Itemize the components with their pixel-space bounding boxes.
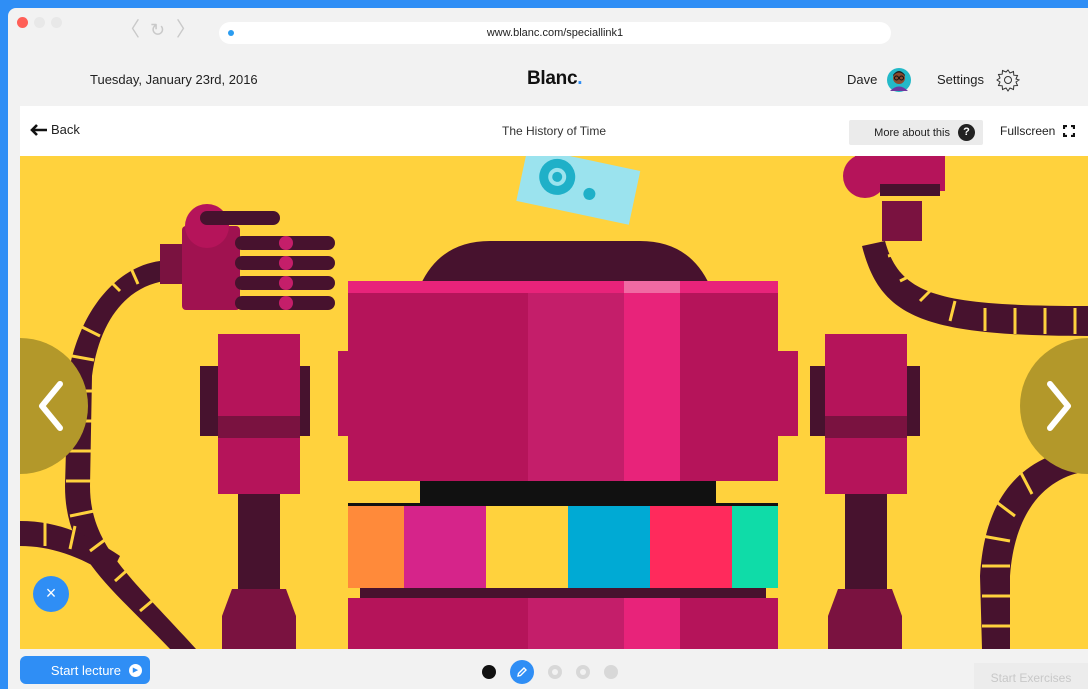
gear-icon[interactable] <box>996 68 1020 92</box>
left-leg <box>200 334 310 649</box>
back-label: Back <box>51 122 80 137</box>
settings-label[interactable]: Settings <box>937 72 984 87</box>
fullscreen-label: Fullscreen <box>1000 124 1056 138</box>
start-lecture-label: Start lecture <box>50 662 121 678</box>
url-bar[interactable]: www.blanc.com/speciallink1 <box>219 22 891 44</box>
pager-dot[interactable] <box>604 665 618 679</box>
brand-name: Blanc <box>527 68 578 89</box>
right-leg-chain <box>980 446 1088 649</box>
reload-icon[interactable]: ↻ <box>150 20 165 40</box>
start-lecture-button[interactable]: Start lecture ▶ <box>20 656 150 684</box>
right-hand <box>843 156 945 241</box>
maximize-traffic-icon[interactable] <box>51 17 62 28</box>
browser-window: 〈 ↻ 〉 www.blanc.com/speciallink1 Tuesday… <box>8 8 1088 689</box>
more-about-label: More about this <box>874 126 950 139</box>
brand-dot: . <box>577 68 583 89</box>
minimize-traffic-icon[interactable] <box>34 17 45 28</box>
slide-pager <box>482 660 618 684</box>
fullscreen-icon <box>1063 125 1076 137</box>
pager-dot-edit[interactable] <box>510 660 534 684</box>
brand-logo[interactable]: Blanc. <box>527 68 583 90</box>
back-arrow-icon[interactable]: 〈 <box>120 20 140 40</box>
content-toolbar: Back The History of Time More about this… <box>20 106 1088 157</box>
pager-dot-current[interactable] <box>482 665 496 679</box>
forward-arrow-icon[interactable]: 〉 <box>176 20 196 40</box>
pager-dot[interactable] <box>576 665 590 679</box>
url-text: www.blanc.com/speciallink1 <box>486 27 624 39</box>
right-leg <box>810 334 920 649</box>
close-icon[interactable]: × <box>33 576 69 612</box>
robot-visor-card <box>516 156 641 225</box>
robot-head-top <box>420 241 710 286</box>
back-button[interactable]: Back <box>30 122 80 137</box>
lecture-stage <box>20 156 1088 649</box>
fullscreen-button[interactable]: Fullscreen <box>1000 124 1076 138</box>
more-about-button[interactable]: More about this ? <box>849 120 983 145</box>
robot-illustration <box>20 156 1088 649</box>
bottom-bar: Start lecture ▶ Start Exercises <box>8 649 1088 689</box>
user-name[interactable]: Dave <box>847 72 877 87</box>
play-icon: ▶ <box>129 663 142 677</box>
date-label: Tuesday, January 23rd, 2016 <box>90 72 258 87</box>
app-header: Tuesday, January 23rd, 2016 Blanc. Dave … <box>8 52 1088 106</box>
close-traffic-icon[interactable] <box>17 17 28 28</box>
avatar-icon[interactable] <box>886 67 912 93</box>
titlebar: 〈 ↻ 〉 www.blanc.com/speciallink1 <box>8 8 1088 52</box>
help-icon: ? <box>958 124 975 141</box>
pager-dot[interactable] <box>548 665 562 679</box>
back-arrow-left-icon <box>30 123 47 136</box>
start-exercises-button[interactable]: Start Exercises <box>974 663 1088 689</box>
left-hand <box>160 204 335 310</box>
secure-dot-icon <box>228 30 234 36</box>
next-arrow-bg <box>1020 338 1088 474</box>
pencil-icon <box>517 667 527 677</box>
robot-body <box>338 281 798 649</box>
